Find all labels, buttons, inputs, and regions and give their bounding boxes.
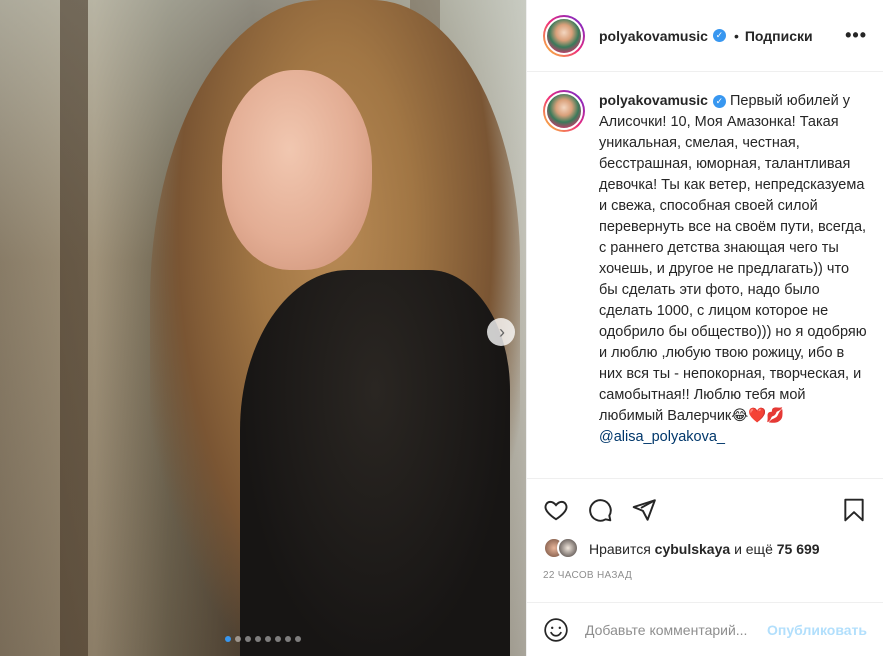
likes-count-link[interactable]: 75 699: [777, 541, 820, 557]
more-options-icon[interactable]: •••: [845, 25, 867, 46]
heart-icon[interactable]: [543, 497, 569, 523]
header-separator: •: [733, 27, 739, 44]
publish-button[interactable]: Опубликовать: [767, 622, 867, 638]
carousel-dot: [245, 636, 251, 642]
carousel-indicator: [0, 636, 526, 642]
likes-prefix: Нравится: [589, 541, 651, 557]
carousel-dot: [285, 636, 291, 642]
caption-username[interactable]: polyakovamusic: [599, 92, 708, 108]
action-bar: [527, 478, 883, 540]
carousel-dot: [235, 636, 241, 642]
author-avatar[interactable]: [543, 14, 585, 57]
caption-mention-link[interactable]: @alisa_polyakova_: [599, 429, 725, 445]
likes-middle: и ещё: [734, 541, 773, 557]
avatar[interactable]: [557, 537, 579, 559]
likes-summary: Нравится cybulskaya и ещё 75 699: [527, 534, 883, 564]
carousel-dot: [255, 636, 261, 642]
caption-avatar[interactable]: [543, 90, 585, 132]
chevron-right-icon: ›: [499, 322, 505, 342]
comment-bar: Опубликовать: [527, 602, 883, 656]
photo-face: [222, 70, 372, 270]
carousel-dot: [265, 636, 271, 642]
carousel-dot: [295, 636, 301, 642]
instagram-post: › polyakovamusic ✓ • Подписки ••• polyak…: [0, 0, 883, 656]
post-header: polyakovamusic ✓ • Подписки •••: [527, 0, 883, 72]
bookmark-icon[interactable]: [841, 497, 867, 523]
carousel-next-button[interactable]: ›: [487, 318, 515, 346]
following-button[interactable]: Подписки: [745, 28, 813, 44]
carousel-dot: [275, 636, 281, 642]
post-photo[interactable]: ›: [0, 0, 526, 656]
caption-section: polyakovamusic ✓ Первый юбилей у Алисочки…: [527, 72, 883, 478]
likes-user-link[interactable]: cybulskaya: [655, 541, 731, 557]
caption: polyakovamusic ✓ Первый юбилей у Алисочки…: [599, 90, 867, 478]
author-username[interactable]: polyakovamusic: [599, 28, 708, 44]
comment-icon[interactable]: [587, 497, 613, 523]
post-timestamp[interactable]: 22 часов назад: [527, 564, 883, 592]
verified-icon: ✓: [712, 29, 726, 42]
share-icon[interactable]: [631, 497, 657, 523]
comment-input[interactable]: [585, 621, 768, 638]
liker-avatars: [543, 537, 583, 561]
emoji-icon[interactable]: [543, 617, 569, 643]
photo-clothing: [240, 270, 510, 656]
verified-icon: ✓: [712, 94, 726, 108]
caption-text: Первый юбилей у Алисочки! 10, Моя Амазон…: [599, 93, 867, 424]
carousel-dot: [225, 636, 231, 642]
post-sidebar: polyakovamusic ✓ • Подписки ••• polyakov…: [526, 0, 883, 656]
